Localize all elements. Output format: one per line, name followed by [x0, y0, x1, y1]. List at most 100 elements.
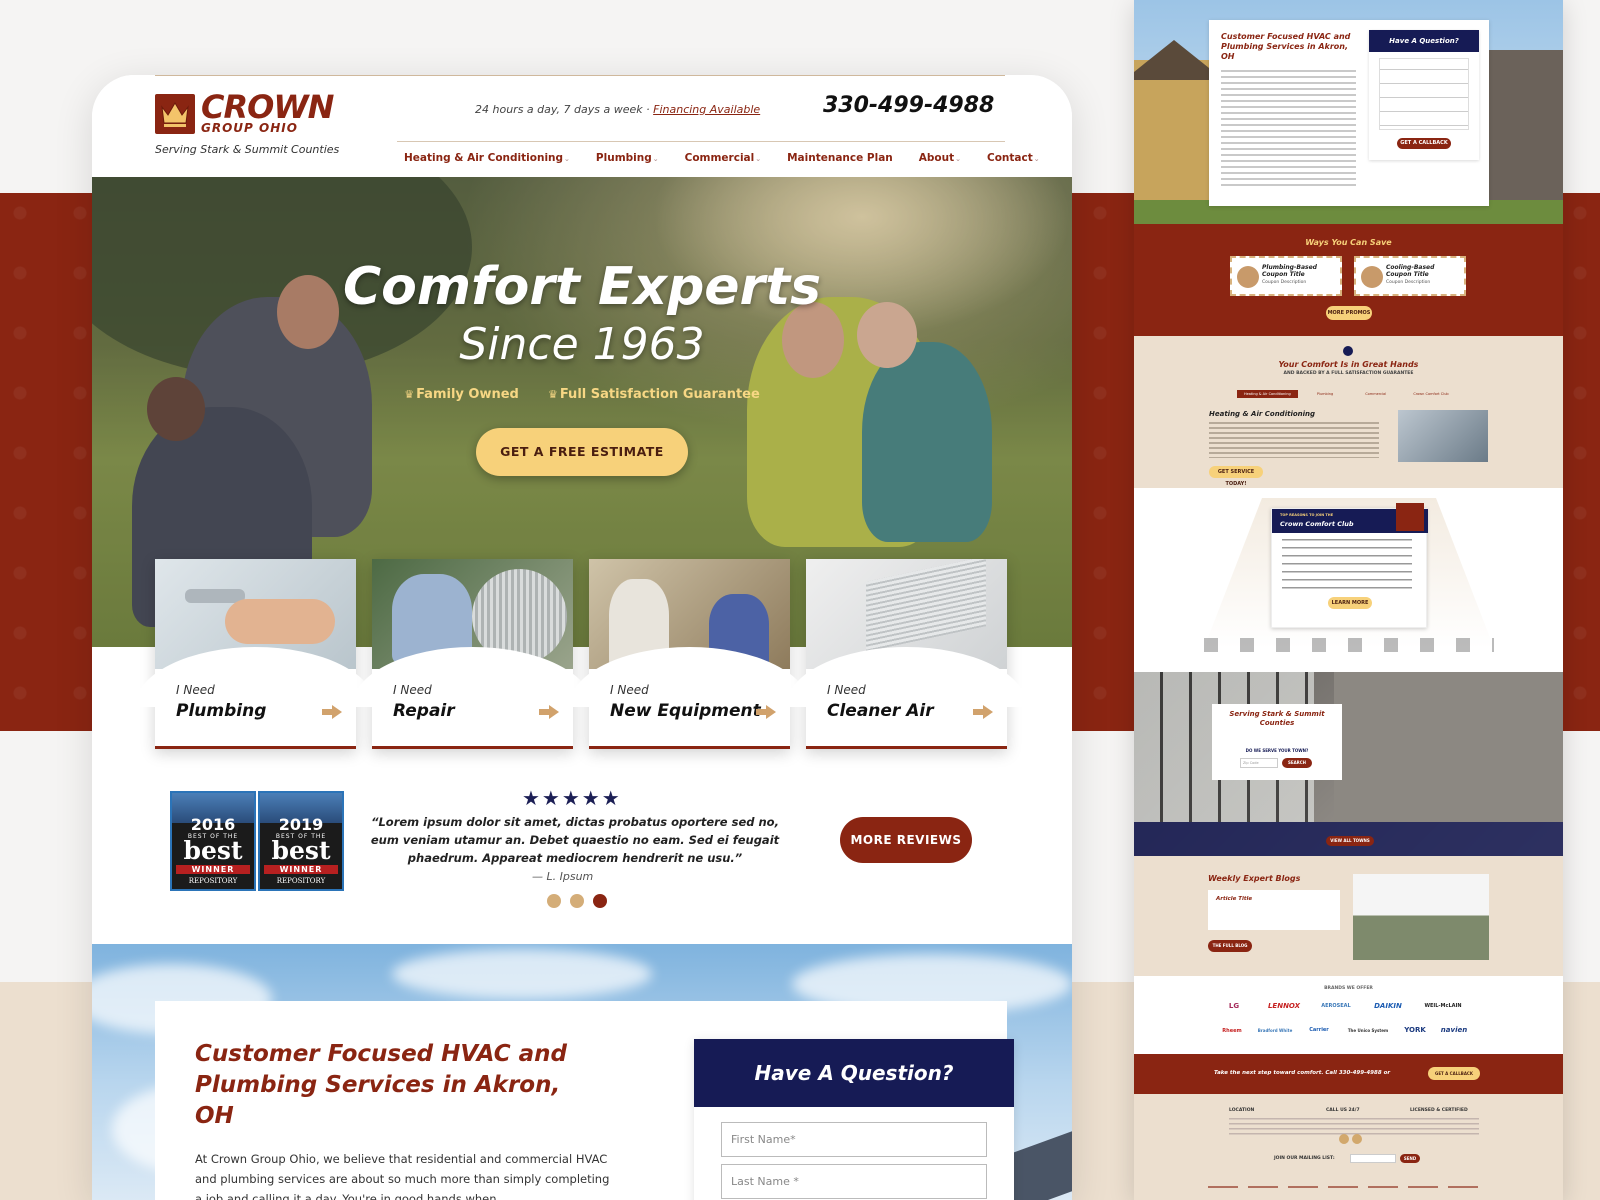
thumb-coupon-1[interactable]: Plumbing-Based Coupon Title Coupon Descr…: [1230, 256, 1342, 296]
arrow-right-icon: [973, 705, 993, 719]
card-need-label: I Need: [393, 683, 432, 697]
hours-text: 24 hours a day, 7 days a week · Financin…: [475, 103, 760, 116]
thumb-footer-licensed: LICENSED & CERTIFIED: [1410, 1108, 1468, 1113]
nav-maintenance-plan[interactable]: Maintenance Plan: [787, 152, 893, 164]
hero-badges: ♛ Family Owned ♛ Full Satisfaction Guarant…: [92, 383, 1072, 402]
thumb-send-button[interactable]: SEND: [1400, 1154, 1420, 1163]
service-card-new-equipment[interactable]: I Need New Equipment: [569, 559, 810, 749]
award-2016: 2016 BEST OF THE best WINNER REPOSITORY: [170, 791, 256, 891]
nav-plumbing[interactable]: Plumbing⌄: [596, 152, 659, 164]
thumb-coupon-2[interactable]: Cooling-Based Coupon Title Coupon Descri…: [1354, 256, 1466, 296]
thumb-mailing-input[interactable]: [1350, 1154, 1396, 1163]
brand-logo-lg: LG: [1228, 1002, 1240, 1010]
thumb-article-card[interactable]: Article Title: [1208, 890, 1340, 930]
header-rule: [155, 75, 1005, 76]
instagram-icon[interactable]: [1352, 1134, 1362, 1144]
last-name-placeholder: Last Name *: [731, 1175, 799, 1188]
award-2019: 2019 BEST OF THE best WINNER REPOSITORY: [258, 791, 344, 891]
award-publication: REPOSITORY: [188, 877, 238, 885]
financing-link[interactable]: Financing Available: [653, 103, 760, 116]
thumb-footer: LOCATION CALL US 24/7 LICENSED & CERTIFI…: [1134, 1094, 1563, 1200]
thumb-tab-hvac[interactable]: Heating & Air Conditioning: [1237, 390, 1298, 398]
thumb-tab-club[interactable]: Crown Comfort Club: [1403, 390, 1459, 398]
thumb-blogs-section: Weekly Expert Blogs Article Title THE FU…: [1134, 856, 1563, 976]
brand-logo-york: YORK: [1404, 1026, 1426, 1034]
hero-subtitle: Since 1963: [459, 319, 705, 370]
thumb-article-title: Article Title: [1216, 896, 1253, 902]
thumb-comfort-section: Your Comfort Is in Great Hands AND BACKE…: [1134, 336, 1563, 488]
chevron-down-icon: ⌄: [755, 155, 762, 163]
question-form: Have A Question? First Name* Last Name *: [694, 1039, 1014, 1200]
filter-shape: [866, 559, 986, 652]
thumb-tab-commercial[interactable]: Commercial: [1352, 390, 1399, 398]
thumb-search-button[interactable]: SEARCH: [1282, 758, 1312, 768]
thumb-view-towns-button[interactable]: VIEW ALL TOWNS: [1326, 836, 1374, 846]
thumb-tab-plumbing[interactable]: Plumbing: [1302, 390, 1349, 398]
last-name-field[interactable]: Last Name *: [721, 1164, 987, 1199]
thumb-coupon-1-title: Plumbing-Based Coupon Title: [1262, 264, 1317, 278]
award-winner: WINNER: [264, 865, 338, 874]
thumb-hvac-lines: [1209, 422, 1379, 458]
thumb-service-today-button[interactable]: GET SERVICE TODAY!: [1209, 466, 1263, 487]
nav-commercial[interactable]: Commercial⌄: [685, 152, 761, 164]
review-author: — L. Ipsum: [532, 870, 594, 883]
phone-number[interactable]: 330-499-4988: [823, 93, 994, 118]
nav-contact[interactable]: Contact⌄: [987, 152, 1040, 164]
more-reviews-button[interactable]: MORE REVIEWS: [840, 817, 972, 863]
check-circle-icon: [1343, 346, 1353, 356]
thumb-zip-input[interactable]: Zip Code: [1240, 758, 1278, 768]
carousel-dot-1[interactable]: [547, 894, 561, 908]
thumb-club-list: [1282, 539, 1412, 591]
thumb-callback-button-2[interactable]: GET A CALLBACK: [1428, 1067, 1480, 1080]
brand-logo-carrier: Carrier: [1309, 1027, 1329, 1033]
crown-logo[interactable]: CROWN GROUP OHIO: [155, 88, 385, 148]
service-card-plumbing[interactable]: I Need Plumbing: [135, 559, 376, 749]
chevron-down-icon: ⌄: [1033, 155, 1040, 163]
crown-icon: [155, 94, 195, 134]
thumb-full-blog-button[interactable]: THE FULL BLOG: [1208, 940, 1252, 952]
nav-heating-ac[interactable]: Heating & Air Conditioning⌄: [404, 152, 570, 164]
first-name-field[interactable]: First Name*: [721, 1122, 987, 1157]
brand-logo-aeroseal: AEROSEAL: [1321, 1003, 1351, 1009]
crown-icon: ♛: [404, 388, 415, 401]
thumb-partner-logos: [1204, 638, 1494, 652]
thumb-team-photo: [1353, 874, 1489, 960]
award-publication: REPOSITORY: [276, 877, 326, 885]
service-card-repair[interactable]: I Need Repair: [352, 559, 593, 749]
award-year: 2016: [190, 815, 236, 834]
nav-about[interactable]: About⌄: [919, 152, 961, 164]
chevron-down-icon: ⌄: [652, 155, 659, 163]
hand-shape: [225, 599, 335, 644]
thumb-coupon-1-desc: Coupon Description: [1262, 280, 1307, 285]
thumb-coupon-2-title: Cooling-Based Coupon Title: [1386, 264, 1435, 278]
nav-divider: [397, 141, 1005, 142]
thumb-learn-more-button[interactable]: LEARN MORE: [1328, 597, 1372, 609]
free-estimate-button[interactable]: GET A FREE ESTIMATE: [476, 428, 688, 476]
thumb-serving-section: Serving Stark & Summit Counties DO WE SE…: [1134, 672, 1563, 856]
faucet-icon: [1237, 266, 1259, 288]
about-body: At Crown Group Ohio, we believe that res…: [195, 1152, 610, 1200]
badge-satisfaction-label: Full Satisfaction Guarantee: [559, 387, 760, 402]
thumb-club-section: TOP REASONS TO JOIN THE Crown Comfort Cl…: [1134, 488, 1563, 672]
thumb-callback-button[interactable]: GET A CALLBACK: [1397, 138, 1451, 149]
hero-title: Comfort Experts: [342, 257, 822, 317]
service-card-cleaner-air[interactable]: I Need Cleaner Air: [786, 559, 1027, 749]
thumb-question-title: Have A Question?: [1369, 30, 1479, 52]
award-year: 2019: [278, 815, 324, 834]
facebook-icon[interactable]: [1339, 1134, 1349, 1144]
arrow-right-icon: [322, 705, 342, 719]
about-content-box: Customer Focused HVAC and Plumbing Servi…: [155, 1001, 1014, 1200]
carousel-dot-2[interactable]: [570, 894, 584, 908]
thumb-hvac-title: Heating & Air Conditioning: [1209, 410, 1316, 418]
thumb-club-title: Crown Comfort Club: [1280, 520, 1354, 528]
thumb-tabs: Heating & Air Conditioning Plumbing Comm…: [1237, 390, 1459, 398]
thumb-footer-legal: [1208, 1186, 1488, 1188]
crown-icon: ♛: [547, 388, 558, 401]
badge-family-owned: ♛ Family Owned: [404, 387, 519, 402]
thumb-serving-card: Serving Stark & Summit Counties DO WE SE…: [1212, 704, 1342, 780]
main-nav: Heating & Air Conditioning⌄ Plumbing⌄ Co…: [404, 152, 1040, 164]
carousel-dot-3[interactable]: [593, 894, 607, 908]
card-title: Cleaner Air: [827, 701, 934, 721]
thumb-more-promos-button[interactable]: MORE PROMOS: [1326, 306, 1372, 320]
thumb-form-fields[interactable]: [1379, 58, 1469, 130]
